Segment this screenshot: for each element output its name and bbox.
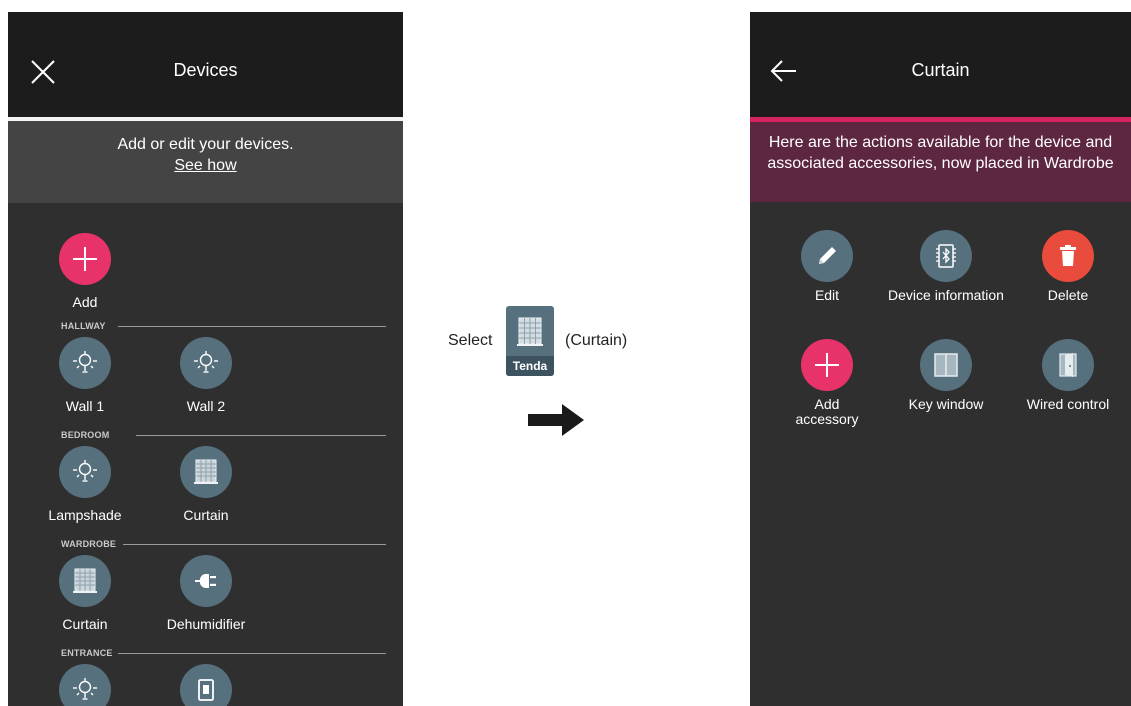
bulb-icon bbox=[59, 337, 111, 389]
see-how-link[interactable]: See how bbox=[174, 155, 236, 176]
bulb-icon bbox=[59, 664, 111, 706]
device-wall-2[interactable]: Wall 2 bbox=[156, 337, 256, 414]
device-label: Lampshade bbox=[48, 507, 122, 523]
trash-icon bbox=[1042, 230, 1094, 282]
device-entrance-switch[interactable] bbox=[156, 664, 256, 706]
action-label: Wired control bbox=[1026, 396, 1110, 412]
action-label: Device information bbox=[888, 287, 1004, 303]
curtain-tile: Tenda bbox=[506, 306, 554, 376]
action-label: Key window bbox=[908, 396, 984, 412]
instruction-curtain: (Curtain) bbox=[565, 332, 628, 349]
info-banner: Here are the actions available for the d… bbox=[750, 122, 1131, 202]
plug-icon bbox=[180, 555, 232, 607]
curtain-header: Curtain bbox=[750, 12, 1131, 117]
curtain-screen: Curtain Here are the actions available f… bbox=[750, 12, 1131, 706]
devices-screen: Devices Add or edit your devices. See ho… bbox=[8, 12, 403, 706]
plus-icon bbox=[801, 339, 853, 391]
delete-button[interactable]: Delete bbox=[1008, 230, 1128, 303]
edit-button[interactable]: Edit bbox=[767, 230, 887, 303]
add-device-button[interactable]: Add bbox=[35, 233, 135, 310]
section-label-wardrobe: WARDROBE bbox=[61, 539, 117, 549]
bluetooth-chip-icon bbox=[920, 230, 972, 282]
curtain-icon bbox=[180, 446, 232, 498]
device-information-button[interactable]: Device information bbox=[886, 230, 1006, 303]
arrow-right-icon bbox=[528, 404, 584, 436]
devices-header: Devices bbox=[8, 12, 403, 117]
action-label: Delete bbox=[1047, 287, 1089, 303]
add-label: Add bbox=[72, 294, 98, 310]
section-label-bedroom: BEDROOM bbox=[61, 430, 110, 440]
device-label: Wall 2 bbox=[186, 398, 226, 414]
wired-control-icon bbox=[1042, 339, 1094, 391]
page-title: Curtain bbox=[911, 60, 970, 80]
device-label: Curtain bbox=[183, 507, 229, 523]
plus-icon bbox=[59, 233, 111, 285]
section-label-entrance: ENTRANCE bbox=[61, 648, 113, 658]
key-window-button[interactable]: Key window bbox=[886, 339, 1006, 412]
bulb-icon bbox=[59, 446, 111, 498]
pencil-icon bbox=[801, 230, 853, 282]
curtain-icon bbox=[59, 555, 111, 607]
action-label: Edit bbox=[814, 287, 840, 303]
action-label: Add accessory bbox=[795, 396, 859, 427]
banner-text: Add or edit your devices. bbox=[117, 136, 294, 153]
add-accessory-button[interactable]: Add accessory bbox=[767, 339, 887, 427]
bulb-icon bbox=[180, 337, 232, 389]
section-label-hallway: HALLWAY bbox=[61, 321, 106, 331]
instruction-select: Select bbox=[448, 332, 493, 349]
wired-control-button[interactable]: Wired control bbox=[1008, 339, 1128, 412]
device-lampshade[interactable]: Lampshade bbox=[35, 446, 135, 523]
curtain-icon bbox=[506, 306, 554, 358]
device-dehumidifier[interactable]: Dehumidifier bbox=[156, 555, 256, 632]
section-divider bbox=[118, 653, 386, 654]
page-title: Devices bbox=[173, 60, 238, 80]
device-entrance-light[interactable] bbox=[35, 664, 135, 706]
info-banner: Add or edit your devices. See how bbox=[8, 121, 403, 203]
section-divider bbox=[136, 435, 386, 436]
device-curtain-bedroom[interactable]: Curtain bbox=[156, 446, 256, 523]
section-divider bbox=[123, 544, 386, 545]
device-wall-1[interactable]: Wall 1 bbox=[35, 337, 135, 414]
device-curtain-wardrobe[interactable]: Curtain bbox=[35, 555, 135, 632]
device-label: Curtain bbox=[62, 616, 108, 632]
device-label: Wall 1 bbox=[65, 398, 105, 414]
switch-icon bbox=[180, 664, 232, 706]
key-window-icon bbox=[920, 339, 972, 391]
device-label: Dehumidifier bbox=[166, 616, 246, 632]
tile-label: Tenda bbox=[506, 356, 554, 376]
section-divider bbox=[118, 326, 386, 327]
